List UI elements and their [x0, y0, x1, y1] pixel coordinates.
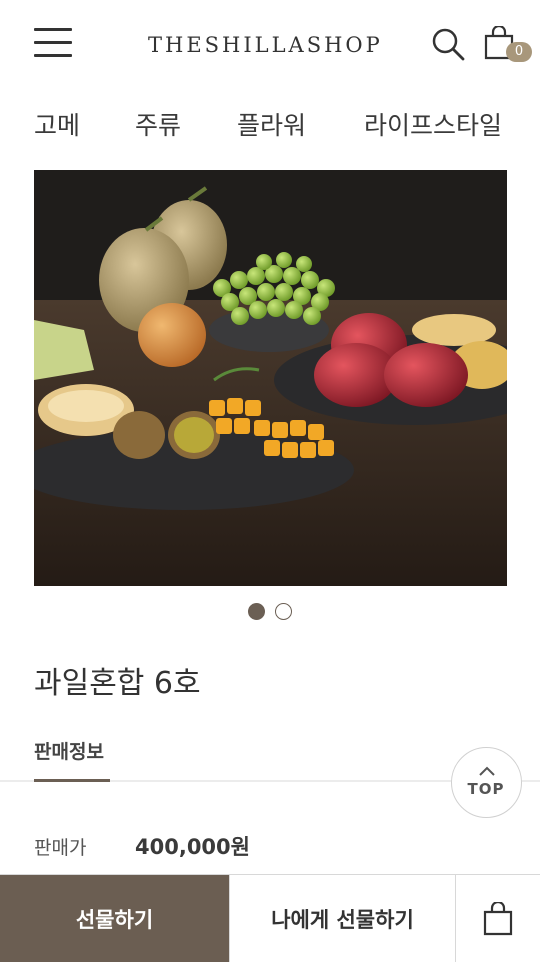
- search-icon[interactable]: [431, 27, 465, 61]
- bottom-action-bar: 선물하기 나에게 선물하기: [0, 874, 540, 962]
- category-lifestyle[interactable]: 라이프스타일: [364, 106, 502, 146]
- category-gourmet[interactable]: 고메: [34, 106, 80, 146]
- scroll-top-label: TOP: [467, 780, 505, 798]
- carousel-dot-1[interactable]: [248, 603, 265, 620]
- cart-count-badge: 0: [506, 42, 532, 62]
- tab-active-indicator: [34, 779, 110, 782]
- add-to-cart-button[interactable]: [456, 875, 540, 962]
- header: THESHILLASHOP 0: [0, 0, 540, 88]
- tab-sales-info[interactable]: 판매정보: [34, 737, 104, 767]
- product-image[interactable]: [34, 170, 507, 586]
- carousel-dot-2[interactable]: [275, 603, 292, 620]
- gift-to-self-button[interactable]: 나에게 선물하기: [229, 875, 456, 962]
- scroll-top-button[interactable]: TOP: [451, 747, 522, 818]
- category-nav: 고메 주류 플라워 라이프스타일: [0, 106, 540, 150]
- category-liquor[interactable]: 주류: [135, 106, 181, 146]
- product-title: 과일혼합 6호: [34, 666, 201, 701]
- carousel-indicators: [0, 603, 540, 621]
- cart-button[interactable]: 0: [482, 24, 532, 66]
- menu-icon[interactable]: [34, 28, 72, 58]
- shopping-bag-icon: [483, 902, 513, 936]
- category-flower[interactable]: 플라워: [237, 106, 306, 146]
- brand-logo[interactable]: THESHILLASHOP: [148, 30, 394, 60]
- price-value: 400,000원: [135, 835, 250, 859]
- chevron-up-icon: [479, 766, 495, 776]
- price-label: 판매가: [34, 837, 87, 859]
- gift-button[interactable]: 선물하기: [0, 875, 229, 962]
